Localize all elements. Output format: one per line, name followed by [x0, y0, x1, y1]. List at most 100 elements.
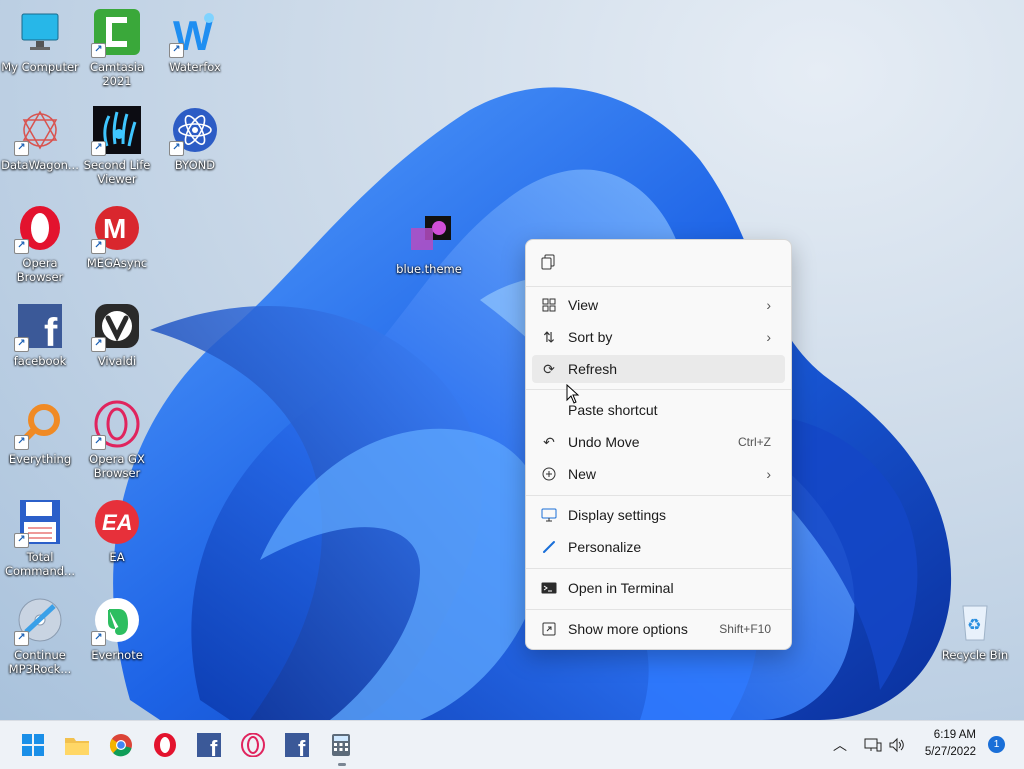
network-icon: [864, 738, 882, 752]
chevron-right-icon: ›: [766, 466, 771, 482]
desktop[interactable]: My Computer ↗ DataWagon... ↗ Opera Brows…: [0, 0, 1024, 720]
desktop-icon-blue-theme[interactable]: blue.theme: [389, 210, 469, 276]
taskbar-opera[interactable]: [149, 729, 181, 761]
desktop-icon-recycle-bin[interactable]: ♻ Recycle Bin: [935, 596, 1015, 662]
mouse-cursor-icon: [566, 384, 580, 404]
shortcut-arrow-icon: ↗: [14, 631, 29, 646]
show-hidden-icons-button[interactable]: ︿: [830, 729, 850, 761]
menu-item-shortcut: Ctrl+Z: [738, 435, 771, 449]
desktop-icon-evernote[interactable]: ↗ Evernote: [77, 596, 157, 662]
desktop-icon-opera-gx[interactable]: ↗ Opera GX Browser: [77, 400, 157, 480]
menu-item-view[interactable]: View ›: [532, 291, 785, 319]
copy-icon: [540, 254, 558, 270]
start-button[interactable]: [17, 729, 49, 761]
menu-item-label: View: [568, 297, 599, 313]
menu-item-label: Paste shortcut: [568, 402, 658, 418]
menu-item-sort-by[interactable]: ⇅ Sort by ›: [532, 323, 785, 351]
display-settings-icon: [540, 508, 558, 522]
desktop-icon-label: Camtasia 2021: [89, 60, 145, 88]
desktop-icon-label: My Computer: [1, 60, 79, 74]
copy-button[interactable]: [532, 248, 572, 276]
clock-time[interactable]: 6:19 AM: [934, 729, 976, 741]
menu-item-open-terminal[interactable]: Open in Terminal: [532, 574, 785, 602]
menu-item-label: Personalize: [568, 539, 642, 555]
desktop-icon-label: Total Command...: [4, 550, 76, 578]
atom-icon: ↗: [169, 106, 219, 156]
hand-eye-icon: ↗: [91, 106, 141, 156]
menu-item-personalize[interactable]: Personalize: [532, 533, 785, 561]
network-button[interactable]: [862, 729, 884, 761]
taskbar-opera-gx[interactable]: [237, 729, 269, 761]
svg-text:M: M: [103, 213, 126, 244]
desktop-icon-byond[interactable]: ↗ BYOND: [155, 106, 235, 172]
desktop-icon-my-computer[interactable]: My Computer: [0, 8, 80, 74]
desktop-icon-vivaldi[interactable]: ↗ Vivaldi: [77, 302, 157, 368]
taskbar-facebook[interactable]: f: [193, 729, 225, 761]
desktop-icon-waterfox[interactable]: W ↗ Waterfox: [155, 8, 235, 74]
shortcut-arrow-icon: ↗: [91, 43, 106, 58]
shortcut-arrow-icon: ↗: [91, 337, 106, 352]
svg-text:f: f: [210, 736, 218, 757]
desktop-icon-label: Recycle Bin: [941, 648, 1009, 662]
shortcut-arrow-icon: ↗: [169, 43, 184, 58]
desktop-icon-continue-mp3rocket[interactable]: ↗ Continue MP3Rock...: [0, 596, 80, 676]
desktop-icon-ea[interactable]: EA EA: [77, 498, 157, 564]
chrome-icon: [109, 734, 132, 757]
desktop-icon-megasync[interactable]: M ↗ MEGAsync: [77, 204, 157, 270]
desktop-icon-datawagon[interactable]: ↗ DataWagon...: [0, 106, 80, 172]
desktop-icon-camtasia[interactable]: ↗ Camtasia 2021: [77, 8, 157, 88]
taskbar-facebook-2[interactable]: f: [281, 729, 313, 761]
notification-badge[interactable]: 1: [988, 736, 1005, 753]
context-menu: View › ⇅ Sort by › ⟳ Refresh Paste short…: [525, 239, 792, 650]
calculator-icon: [332, 734, 350, 756]
cd-icon: ↗: [14, 596, 64, 646]
desktop-icon-label: Waterfox: [169, 60, 221, 74]
opera-gx-icon: [241, 733, 265, 757]
taskbar-calculator[interactable]: [325, 729, 357, 761]
menu-item-display-settings[interactable]: Display settings: [532, 501, 785, 529]
shortcut-arrow-icon: ↗: [169, 141, 184, 156]
taskbar: f f ︿ 6:19 AM 5/27/2022 1: [0, 720, 1024, 769]
desktop-icon-label: Everything: [8, 452, 72, 466]
shortcut-arrow-icon: ↗: [91, 435, 106, 450]
desktop-icon-total-commander[interactable]: ↗ Total Command...: [0, 498, 80, 578]
desktop-icon-facebook[interactable]: f ↗ facebook: [0, 302, 80, 368]
opera-icon: ↗: [14, 204, 64, 254]
desktop-icon-label: Evernote: [91, 648, 143, 662]
taskbar-file-explorer[interactable]: [61, 729, 93, 761]
desktop-icon-label: MEGAsync: [86, 256, 148, 270]
svg-text:EA: EA: [102, 510, 133, 535]
volume-button[interactable]: [886, 729, 908, 761]
desktop-icon-label: facebook: [13, 354, 67, 368]
desktop-icon-opera-browser[interactable]: ↗ Opera Browser: [0, 204, 80, 284]
opera-gx-icon: ↗: [91, 400, 141, 450]
menu-item-label: New: [568, 466, 597, 482]
menu-item-refresh[interactable]: ⟳ Refresh: [532, 355, 785, 383]
desktop-icon-label: BYOND: [174, 158, 216, 172]
floppy-disk-icon: ↗: [14, 498, 64, 548]
shortcut-arrow-icon: ↗: [14, 141, 29, 156]
taskbar-chrome[interactable]: [105, 729, 137, 761]
svg-text:f: f: [44, 311, 58, 350]
desktop-icon-second-life-viewer[interactable]: ↗ Second Life Viewer: [77, 106, 157, 186]
menu-item-undo-move[interactable]: ↶ Undo Move Ctrl+Z: [532, 428, 785, 456]
volume-icon: [889, 737, 904, 753]
shortcut-arrow-icon: ↗: [14, 435, 29, 450]
file-explorer-icon: [65, 738, 89, 755]
menu-item-label: Refresh: [568, 361, 618, 377]
waterfox-icon: W ↗: [169, 8, 219, 59]
chevron-right-icon: ›: [766, 329, 771, 345]
desktop-icon-everything[interactable]: ↗ Everything: [0, 400, 80, 466]
menu-item-show-more-options[interactable]: Show more options Shift+F10: [532, 615, 785, 643]
menu-item-new[interactable]: New ›: [532, 460, 785, 488]
theme-file-icon: [405, 210, 453, 258]
menu-item-label: Show more options: [568, 621, 688, 637]
refresh-icon: ⟳: [543, 360, 555, 377]
facebook-icon: f: [197, 733, 221, 757]
active-app-indicator: [338, 763, 346, 766]
shortcut-arrow-icon: ↗: [14, 337, 29, 352]
camtasia-icon: ↗: [91, 8, 141, 58]
sort-icon: ⇅: [543, 328, 555, 345]
desktop-icon-label: EA: [109, 550, 125, 564]
clock-date[interactable]: 5/27/2022: [925, 746, 976, 758]
